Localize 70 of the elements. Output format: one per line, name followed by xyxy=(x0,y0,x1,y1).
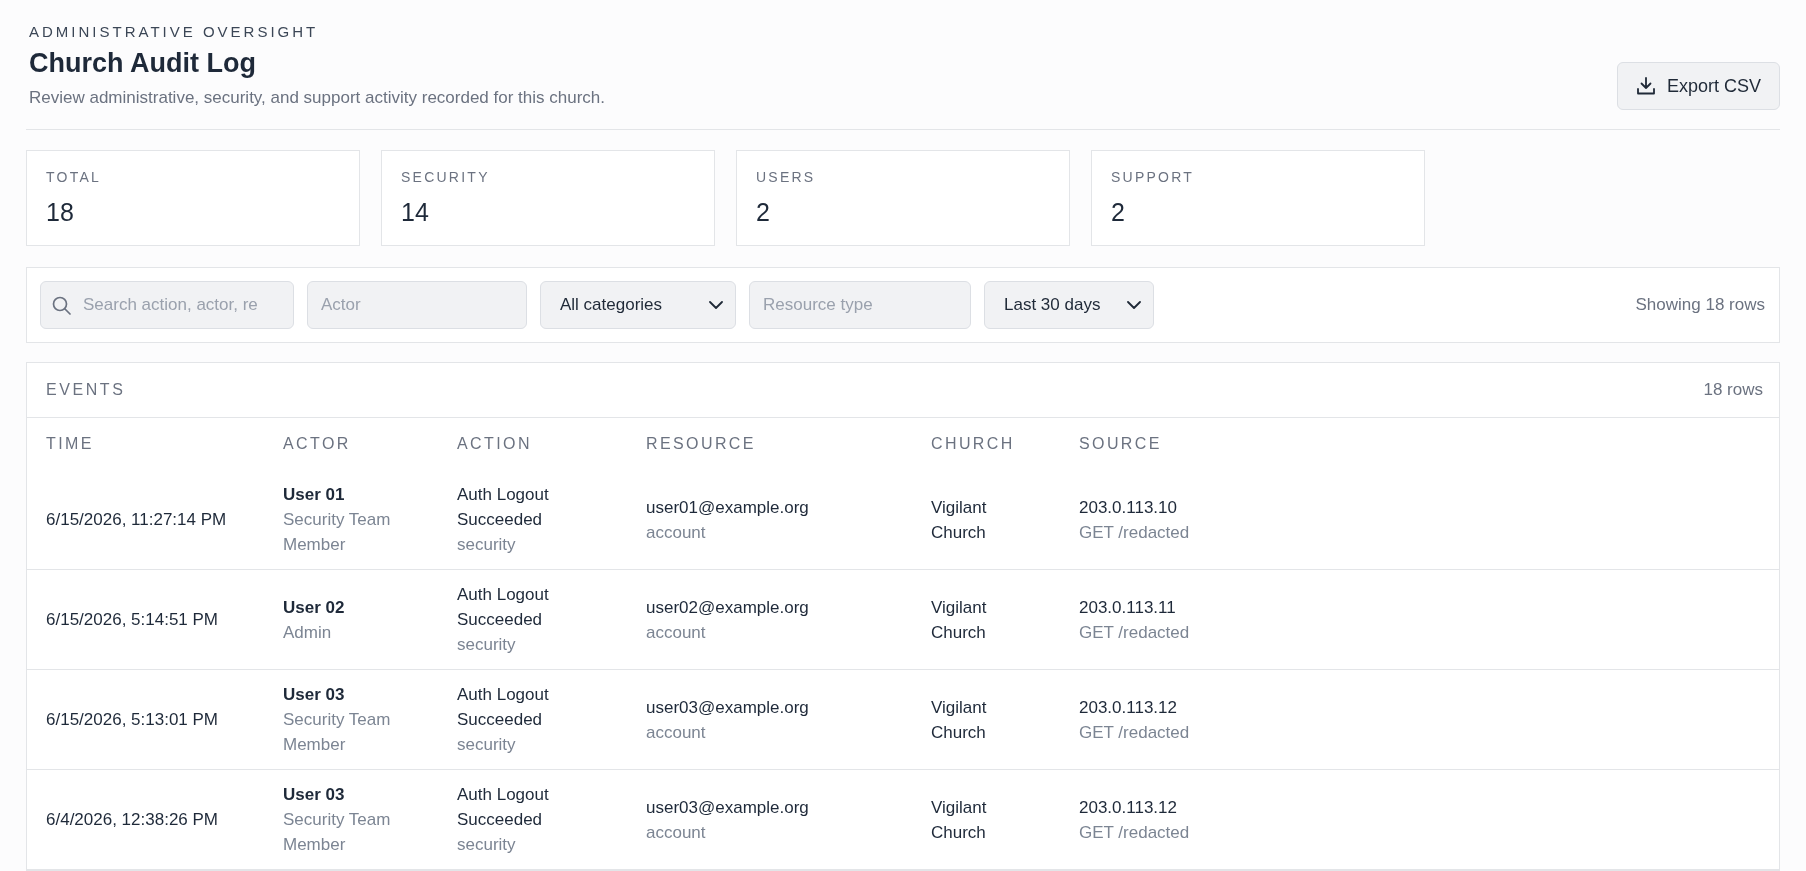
resource-type: account xyxy=(646,821,707,844)
text-field[interactable]: Actor xyxy=(307,281,527,329)
actor-role: Security Team Member xyxy=(283,809,392,856)
actor-role: Admin xyxy=(283,621,333,644)
action-name: Auth Logout Succeeded xyxy=(457,484,550,531)
row-count-text: 18 rows xyxy=(1703,379,1763,402)
stat-value: 18 xyxy=(46,197,75,227)
search-icon xyxy=(52,296,71,315)
stat-label: SUPPORT xyxy=(1111,168,1196,186)
source-ip: 203.0.113.10 xyxy=(1079,496,1178,519)
action-name: Auth Logout Succeeded xyxy=(457,784,550,831)
source-request: GET /redacted xyxy=(1079,821,1191,844)
church-name: Vigilant Church xyxy=(931,696,988,744)
action-category: security xyxy=(457,734,517,756)
timestamp-text: 6/15/2026, 5:13:01 PM xyxy=(46,709,220,731)
actor-name: User 02 xyxy=(283,596,346,619)
page-title: Church Audit Log xyxy=(29,47,257,80)
export-csv-button[interactable]: Export CSV xyxy=(1616,62,1780,110)
column-header: SOURCE xyxy=(1079,434,1162,454)
resource-type: account xyxy=(646,721,707,744)
source-request: GET /redacted xyxy=(1079,621,1191,644)
church-name: Vigilant Church xyxy=(931,496,988,544)
source-ip: 203.0.113.12 xyxy=(1079,696,1178,719)
source-request: GET /redacted xyxy=(1079,521,1191,544)
resource-email: user03@example.org xyxy=(646,796,810,819)
action-category: security xyxy=(457,834,517,856)
text-field[interactable]: Resource type xyxy=(749,281,971,329)
resource-type: account xyxy=(646,621,707,644)
column-header: CHURCH xyxy=(931,434,1015,454)
action-category: security xyxy=(457,534,517,556)
dropdown[interactable]: All categories xyxy=(540,281,736,329)
resource-email: user01@example.org xyxy=(646,496,810,519)
stat-value: 2 xyxy=(1111,197,1126,227)
action-category: security xyxy=(457,634,517,656)
timestamp-text: 6/15/2026, 11:27:14 PM xyxy=(46,509,228,531)
timestamp-text: 6/4/2026, 12:38:26 PM xyxy=(46,809,220,831)
row-count-text: Showing 18 rows xyxy=(1635,294,1765,317)
stat-value: 2 xyxy=(756,197,771,227)
church-name: Vigilant Church xyxy=(931,596,988,644)
action-name: Auth Logout Succeeded xyxy=(457,584,550,631)
page-subtitle: Review administrative, security, and support activity recorded for this church. xyxy=(29,87,606,109)
stat-label: USERS xyxy=(756,168,817,186)
chevron-down-icon xyxy=(709,301,723,309)
actor-role: Security Team Member xyxy=(283,709,392,756)
eyebrow-label: ADMINISTRATIVE OVERSIGHT xyxy=(29,22,320,42)
source-request: GET /redacted xyxy=(1079,721,1191,744)
column-header: ACTION xyxy=(457,434,532,454)
resource-type: account xyxy=(646,521,707,544)
download-icon xyxy=(1635,76,1656,96)
search-field[interactable]: Search action, actor, re xyxy=(40,281,294,329)
column-header: RESOURCE xyxy=(646,434,756,454)
stat-value: 14 xyxy=(401,197,430,227)
actor-name: User 01 xyxy=(283,484,346,506)
resource-email: user02@example.org xyxy=(646,596,810,619)
stat-label: SECURITY xyxy=(401,168,491,186)
column-header: TIME xyxy=(46,434,94,454)
actor-name: User 03 xyxy=(283,684,346,706)
chevron-down-icon xyxy=(1127,301,1141,309)
church-name: Vigilant Church xyxy=(931,796,988,844)
dropdown[interactable]: Last 30 days xyxy=(984,281,1154,329)
timestamp-text: 6/15/2026, 5:14:51 PM xyxy=(46,609,220,631)
resource-email: user03@example.org xyxy=(646,696,810,719)
action-name: Auth Logout Succeeded xyxy=(457,684,550,731)
stat-label: TOTAL xyxy=(46,168,103,186)
column-header: ACTOR xyxy=(283,434,351,454)
actor-name: User 03 xyxy=(283,784,346,806)
actor-role: Security Team Member xyxy=(283,509,392,556)
panel-title: EVENTS xyxy=(46,380,126,400)
source-ip: 203.0.113.11 xyxy=(1079,596,1177,619)
source-ip: 203.0.113.12 xyxy=(1079,796,1178,819)
